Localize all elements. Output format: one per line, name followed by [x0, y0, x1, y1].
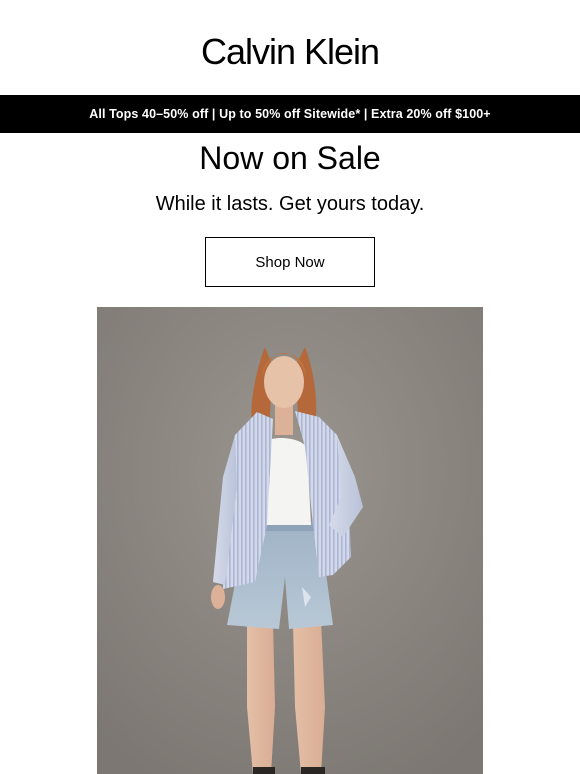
calvin-klein-logo[interactable]: Calvin Klein	[201, 33, 380, 70]
promo-banner[interactable]: All Tops 40–50% off | Up to 50% off Site…	[0, 95, 580, 133]
shop-now-button[interactable]: Shop Now	[205, 237, 375, 287]
left-leg	[247, 622, 275, 774]
right-shoe	[301, 767, 325, 774]
left-shoe	[253, 767, 275, 774]
hero-illustration	[97, 307, 483, 774]
hero-image[interactable]	[97, 307, 483, 774]
email-header: Calvin Klein	[0, 0, 580, 95]
subheadline: While it lasts. Get yours today.	[155, 193, 425, 215]
promo-text[interactable]: All Tops 40–50% off | Up to 50% off Site…	[89, 107, 490, 121]
page-title: Now on Sale	[199, 140, 381, 176]
face	[264, 356, 304, 408]
